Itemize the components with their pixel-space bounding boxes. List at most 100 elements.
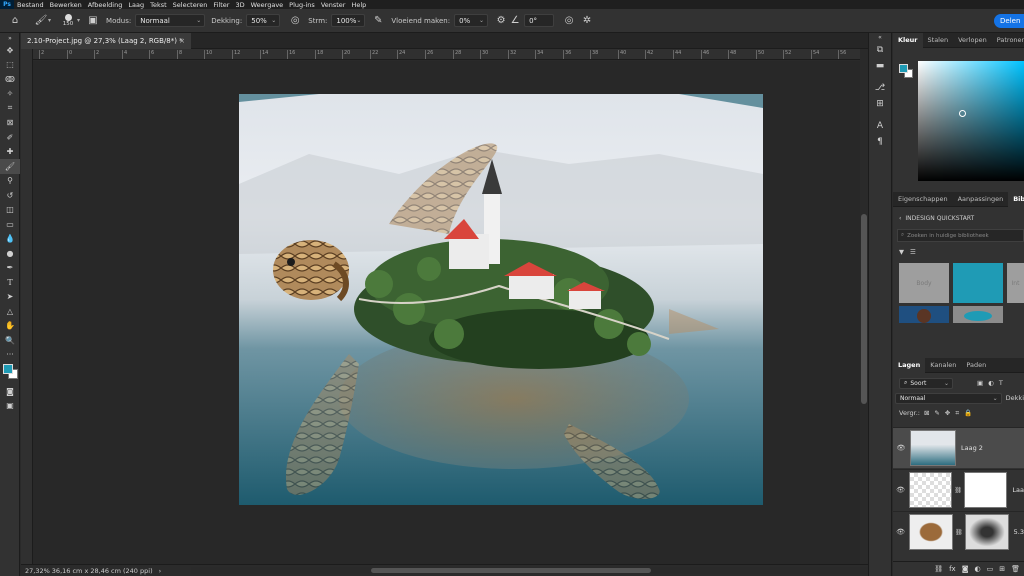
library-item-graphic[interactable] [953, 306, 1003, 323]
library-back[interactable]: ‹ INDESIGN QUICKSTART [893, 211, 1024, 225]
smoothing-input[interactable]: 0% ⌄ [454, 14, 489, 27]
collapse-panels-icon[interactable]: « [869, 33, 891, 42]
more-tools-icon[interactable]: ··· [0, 348, 20, 363]
layer-kind-filter[interactable]: ⌕ Soort ⌄ [899, 377, 953, 389]
type-filter-icon[interactable]: T [999, 379, 1003, 387]
collapse-icon[interactable]: » [0, 33, 20, 43]
character-icon[interactable]: A [869, 118, 891, 134]
tab-kleur[interactable]: Kleur [893, 32, 923, 48]
gradient-tool-icon[interactable]: ▭ [0, 217, 20, 232]
sort-icon[interactable]: ☰ [910, 248, 916, 256]
crop-tool-icon[interactable]: ⌗ [0, 101, 20, 116]
tab-patronen[interactable]: Patronen [992, 33, 1024, 48]
tab-verlopen[interactable]: Verlopen [953, 33, 992, 48]
vertical-scroll-thumb[interactable] [861, 214, 867, 404]
comments-icon[interactable]: ▬ [869, 58, 891, 74]
shape-tool-icon[interactable]: △ [0, 304, 20, 319]
quick-selection-tool-icon[interactable]: ✧ [0, 87, 20, 102]
tab-bibliotheken[interactable]: Biblio [1008, 191, 1024, 207]
color-picker-field[interactable] [918, 61, 1024, 181]
lock-all-icon[interactable]: 🔒 [964, 409, 972, 417]
type-tool-icon[interactable]: T [0, 275, 20, 290]
gear-icon[interactable]: ⚙ [494, 15, 508, 26]
tab-eigenschappen[interactable]: Eigenschappen [893, 192, 953, 207]
eyedropper-tool-icon[interactable]: ✐ [0, 130, 20, 145]
layer-style-icon[interactable]: fx [949, 565, 956, 573]
lock-image-icon[interactable]: ✎ [934, 409, 939, 417]
healing-brush-tool-icon[interactable]: ✚ [0, 145, 20, 160]
stamp-tool-icon[interactable]: ⚲ [0, 174, 20, 189]
flow-input[interactable]: 100% ⌄ [331, 14, 366, 27]
tab-lagen[interactable]: Lagen [893, 357, 926, 373]
library-item-int[interactable]: Int [1007, 263, 1024, 303]
link-layers-icon[interactable]: ⛓ [934, 565, 943, 573]
brush-settings-icon[interactable]: ▣ [86, 15, 100, 26]
color-picker-cursor[interactable] [959, 110, 966, 117]
document-tab[interactable]: 2.10-Project.jpg @ 27,3% (Laag 2, RGB/8*… [21, 33, 191, 49]
layer-comps-icon[interactable]: ⎇ [869, 80, 891, 96]
add-mask-icon[interactable]: ◙ [962, 565, 969, 573]
angle-input[interactable]: 0° [524, 14, 555, 27]
hand-tool-icon[interactable]: ✋ [0, 319, 20, 334]
new-adjustment-icon[interactable]: ◐ [975, 565, 981, 573]
layer-row[interactable]: 👁 ⛓ Laa [893, 469, 1024, 510]
quick-mask-icon[interactable]: ◙ [0, 384, 20, 399]
menu-filter[interactable]: Filter [210, 1, 232, 9]
move-tool-icon[interactable]: ✥ [0, 43, 20, 58]
brush-tool-icon[interactable]: 🖌 [0, 159, 20, 174]
tab-kanalen[interactable]: Kanalen [925, 358, 961, 373]
new-layer-icon[interactable]: ⊞ [999, 565, 1005, 573]
mode-select[interactable]: Normaal ⌄ [135, 14, 206, 27]
menu-3d[interactable]: 3D [232, 1, 247, 9]
eye-icon[interactable]: 👁 [893, 444, 909, 452]
lock-artboard-icon[interactable]: ⌗ [955, 409, 959, 418]
frame-tool-icon[interactable]: ⊠ [0, 116, 20, 131]
zoom-level[interactable]: 27,32% [25, 567, 50, 575]
dodge-tool-icon[interactable]: ● [0, 246, 20, 261]
blend-mode-select[interactable]: Normaal ⌄ [895, 392, 1002, 404]
eye-icon[interactable]: 👁 [893, 528, 908, 536]
layer-row[interactable]: 👁 Laag 2 [893, 427, 1024, 468]
color-swatches[interactable] [0, 362, 20, 384]
menu-tekst[interactable]: Tekst [147, 1, 170, 9]
filter-icon[interactable]: ▼ [899, 248, 904, 256]
brush-preset-picker[interactable]: 150 [59, 11, 77, 31]
lock-pixels-icon[interactable]: ⊠ [924, 409, 929, 417]
foreground-color-swatch[interactable] [3, 364, 13, 374]
marquee-tool-icon[interactable]: ⬚ [0, 58, 20, 73]
airbrush-icon[interactable]: ✎ [371, 15, 385, 26]
zoom-tool-icon[interactable]: 🔍 [0, 333, 20, 348]
new-group-icon[interactable]: ▭ [987, 565, 994, 573]
menu-help[interactable]: Help [348, 1, 369, 9]
screen-mode-icon[interactable]: ▣ [0, 399, 20, 414]
eye-icon[interactable]: 👁 [893, 486, 908, 494]
menu-plug-ins[interactable]: Plug-ins [286, 1, 318, 9]
brush-dropdown[interactable]: ▾ [77, 17, 80, 24]
menu-selecteren[interactable]: Selecteren [170, 1, 211, 9]
library-item-teal-swatch[interactable] [953, 263, 1003, 303]
horizontal-scrollbar[interactable] [191, 567, 881, 574]
history-brush-tool-icon[interactable]: ↺ [0, 188, 20, 203]
brush-tool-icon[interactable]: 🖌 [34, 15, 48, 26]
close-icon[interactable]: × [179, 37, 185, 45]
pen-tool-icon[interactable]: ✒ [0, 261, 20, 276]
vertical-scrollbar[interactable] [860, 49, 868, 564]
tab-paden[interactable]: Paden [961, 358, 991, 373]
menu-laag[interactable]: Laag [125, 1, 147, 9]
pressure-opacity-icon[interactable]: ◎ [288, 15, 302, 26]
blur-tool-icon[interactable]: 💧 [0, 232, 20, 247]
history-icon[interactable]: ⧉ [869, 42, 891, 58]
tab-stalen[interactable]: Stalen [923, 33, 954, 48]
menu-bestand[interactable]: Bestand [14, 1, 47, 9]
library-item-portrait[interactable] [899, 306, 949, 323]
tab-aanpassingen[interactable]: Aanpassingen [953, 192, 1009, 207]
eraser-tool-icon[interactable]: ◫ [0, 203, 20, 218]
pressure-size-icon[interactable]: ◎ [562, 15, 576, 26]
lasso-tool-icon[interactable]: ↂ [0, 72, 20, 87]
library-search[interactable]: ⌕ Zoeken in huidige bibliotheek [897, 229, 1024, 242]
adjustment-filter-icon[interactable]: ◐ [988, 379, 994, 387]
pixel-filter-icon[interactable]: ▣ [977, 379, 983, 387]
menu-weergave[interactable]: Weergave [248, 1, 287, 9]
opacity-input[interactable]: 50% ⌄ [246, 14, 281, 27]
menu-venster[interactable]: Venster [318, 1, 349, 9]
